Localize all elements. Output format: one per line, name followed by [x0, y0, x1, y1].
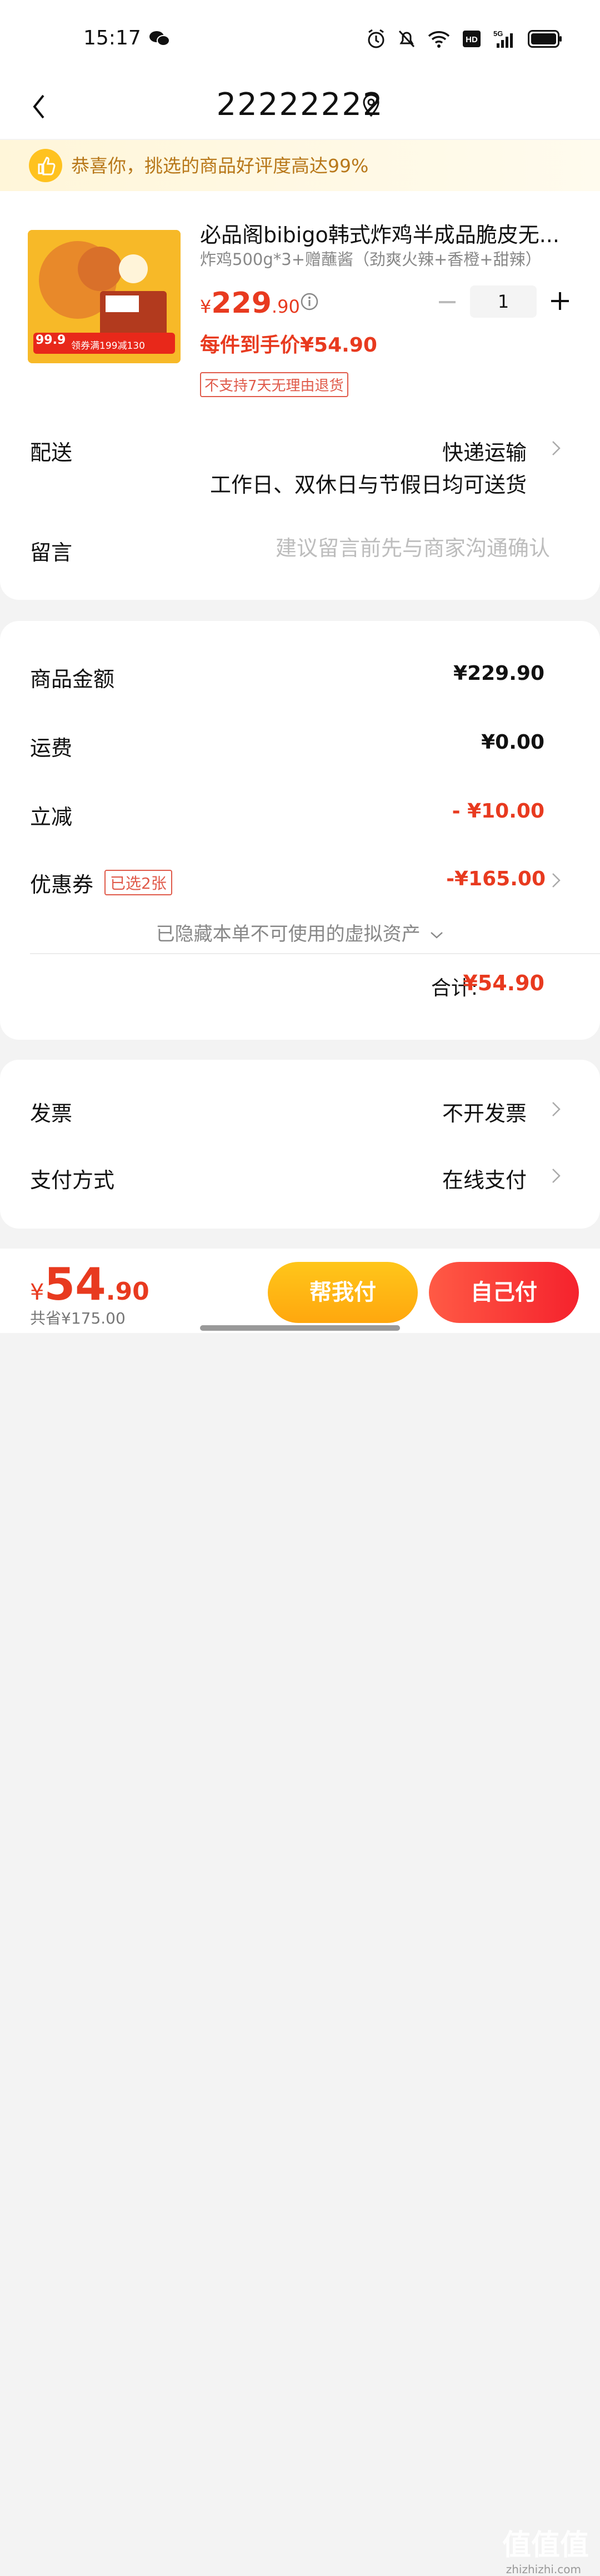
- image-badge-coupon: 领券满199减130: [71, 340, 145, 352]
- bottom-price-integer: 54: [44, 1259, 106, 1310]
- order-item-card: 99.9 领券满199减130 必品阁bibigo韩式炸鸡半成品脆皮无... 炸…: [0, 191, 600, 600]
- bottom-price-decimal: .90: [106, 1277, 149, 1306]
- delivery-note: 工作日、双休日与节假日均可送货: [209, 473, 527, 497]
- hd-icon: HD: [463, 31, 481, 47]
- product-price: ¥229.90: [200, 287, 300, 320]
- bottom-currency: ¥: [30, 1280, 44, 1305]
- each-price: 每件到手价¥54.90: [200, 334, 377, 357]
- banner-text: 恭喜你，挑选的商品好评度高达99%: [71, 155, 369, 177]
- shipping-label: 运费: [30, 736, 73, 760]
- saved-amount: 共省¥175.00: [30, 1309, 126, 1327]
- chevron-right-icon[interactable]: [551, 872, 561, 889]
- hidden-assets-text: 已隐藏本单不可使用的虚拟资产: [156, 923, 421, 945]
- total-value: ¥54.90: [463, 971, 544, 995]
- coupon-value[interactable]: -¥165.00: [446, 868, 546, 890]
- product-image[interactable]: 99.9 领券满199减130: [28, 230, 181, 363]
- price-summary-card: 商品金额 ¥229.90 运费 ¥0.00 立减 - ¥10.00 优惠券 已选…: [0, 621, 600, 1040]
- watermark-url: zhizhizhi.com: [506, 2563, 581, 2576]
- price-decimal: .90: [271, 296, 300, 317]
- svg-text:5G: 5G: [493, 29, 503, 38]
- divider: [30, 953, 600, 954]
- price-currency: ¥: [200, 296, 212, 317]
- invoice-value[interactable]: 不开发票: [442, 1096, 527, 1127]
- payment-method-label[interactable]: 支付方式: [30, 1163, 114, 1194]
- chevron-right-icon[interactable]: [551, 1101, 561, 1117]
- status-icons: HD 5G: [367, 28, 562, 50]
- wechat-icon: [149, 31, 170, 46]
- signal-5g-icon: 5G: [493, 29, 513, 48]
- home-indicator[interactable]: [200, 1325, 400, 1331]
- watermark-logo: 值值值: [502, 2529, 589, 2562]
- chevron-down-icon: [431, 931, 443, 939]
- hidden-assets-toggle[interactable]: 已隐藏本单不可使用的虚拟资产: [0, 919, 600, 946]
- page-title: 22222222: [216, 87, 384, 123]
- mute-bell-icon: [398, 30, 415, 48]
- coupon-label[interactable]: 优惠券: [30, 868, 93, 898]
- price-integer: 229: [211, 287, 272, 320]
- info-icon[interactable]: [300, 292, 319, 311]
- wifi-icon: [428, 31, 450, 48]
- chevron-right-icon[interactable]: [551, 440, 561, 457]
- goods-amount-value: ¥229.90: [453, 662, 544, 685]
- svg-text:HD: HD: [466, 35, 478, 44]
- help-pay-button[interactable]: 帮我付: [268, 1262, 418, 1323]
- shipping-value: ¥0.00: [481, 731, 544, 754]
- product-spec[interactable]: 炸鸡500g*3+赠蘸酱（劲爽火辣+香橙+甜辣）: [200, 247, 567, 270]
- payment-method-value[interactable]: 在线支付: [442, 1163, 527, 1194]
- message-input[interactable]: [238, 531, 551, 565]
- invoice-payment-card: 发票 不开发票 支付方式 在线支付: [0, 1060, 600, 1229]
- location-pin-icon[interactable]: [361, 93, 381, 118]
- quantity-decrease-button[interactable]: [439, 301, 456, 303]
- alarm-icon: [368, 29, 384, 48]
- quantity-increase-button[interactable]: [550, 291, 570, 311]
- message-label: 留言: [30, 540, 73, 565]
- checkout-bar: ¥54.90 共省¥175.00 帮我付 自己付 值值值 zhizhizhi.c…: [0, 1249, 600, 2576]
- discount-value: - ¥10.00: [452, 800, 544, 823]
- bottom-total-price: ¥54.90: [30, 1259, 149, 1310]
- chevron-right-icon[interactable]: [551, 1167, 561, 1184]
- discount-label: 立减: [30, 805, 73, 829]
- delivery-method[interactable]: 快递运输: [442, 435, 527, 466]
- delivery-label: 配送: [30, 440, 73, 465]
- invoice-label[interactable]: 发票: [30, 1096, 72, 1127]
- self-pay-button[interactable]: 自己付: [429, 1262, 579, 1323]
- status-bar: 15:17 HD 5G: [0, 0, 600, 78]
- image-badge-price: 99.9: [36, 333, 66, 347]
- congrats-banner: 恭喜你，挑选的商品好评度高达99%: [0, 140, 600, 191]
- quantity-stepper[interactable]: 1: [470, 285, 537, 318]
- battery-icon: [528, 30, 562, 48]
- thumbs-up-icon: [29, 149, 62, 182]
- status-time: 15:17: [83, 27, 141, 49]
- page-header: 22222222: [0, 78, 600, 139]
- coupon-selected-tag[interactable]: 已选2张: [104, 870, 172, 895]
- no-return-tag: 不支持7天无理由退货: [200, 372, 348, 397]
- product-title[interactable]: 必品阁bibigo韩式炸鸡半成品脆皮无...: [200, 218, 567, 248]
- goods-amount-label: 商品金额: [30, 667, 115, 691]
